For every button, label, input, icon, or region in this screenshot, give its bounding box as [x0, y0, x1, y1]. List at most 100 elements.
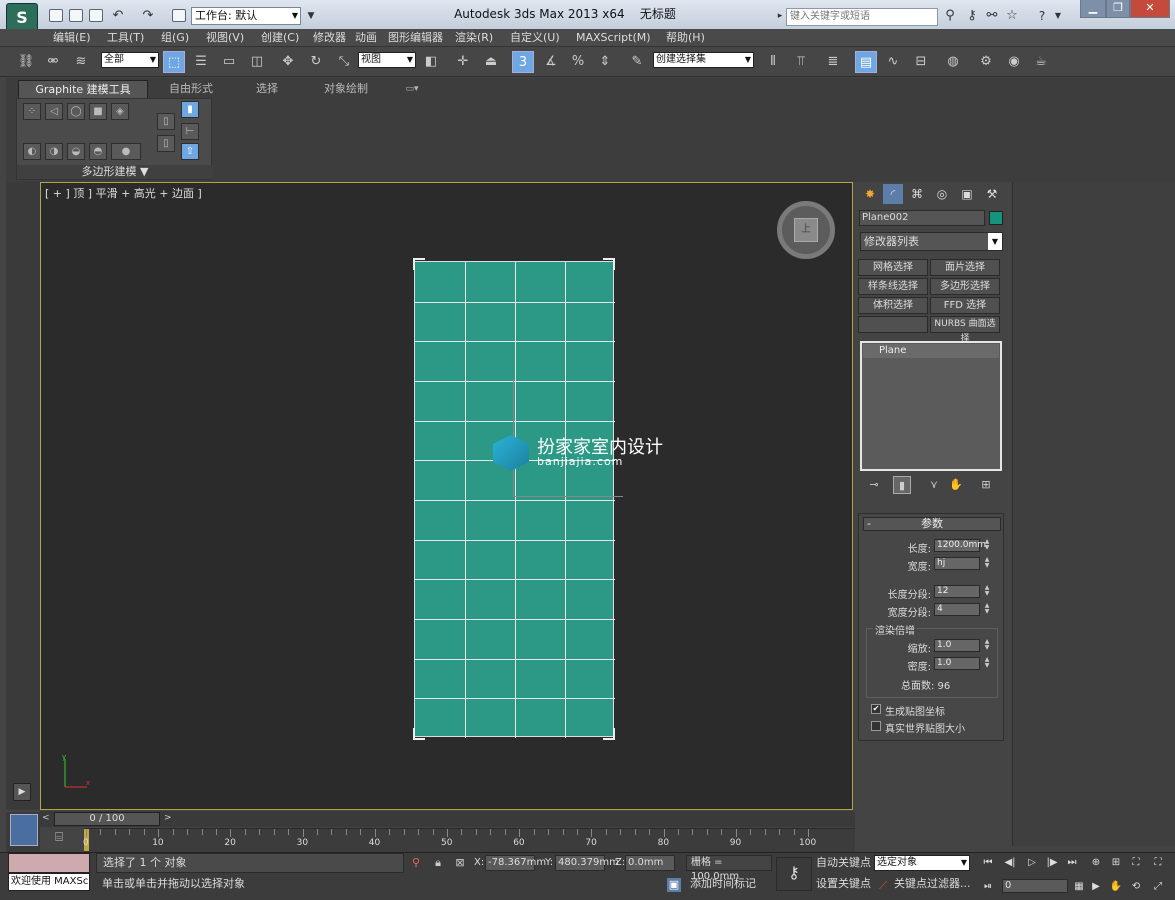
close-icon[interactable]: ✕ — [1130, 0, 1170, 18]
gizmo-x-axis[interactable] — [513, 496, 623, 497]
help-icon[interactable]: ? — [1034, 8, 1050, 24]
align-icon[interactable]: ⫪ — [790, 51, 812, 73]
zoom-all-icon[interactable]: ⊞ — [1108, 855, 1124, 871]
menu-customize[interactable]: 自定义(U) — [510, 30, 560, 46]
go-to-start-icon[interactable]: ⏮ — [980, 855, 996, 871]
collapse-stack-icon[interactable]: ◑ — [45, 143, 63, 160]
key-icon[interactable]: ⚷ — [776, 857, 812, 891]
rotate-icon[interactable]: ↻ — [305, 51, 327, 73]
create-tab-icon[interactable]: ✸ — [860, 184, 880, 204]
render-production-icon[interactable]: ☕ — [1030, 51, 1052, 73]
show-end-result-icon[interactable]: ◒ — [67, 143, 85, 160]
selection-lock-icon[interactable]: 🔒︎ — [431, 856, 445, 870]
redo-icon[interactable]: ↷ — [140, 8, 156, 24]
communication-icon[interactable]: ⚯ — [984, 8, 1000, 24]
search-input[interactable]: 键入关键字或短语 — [786, 8, 938, 26]
slider-next-icon[interactable]: > — [164, 813, 172, 823]
pin-stack-icon[interactable]: ▯ — [157, 113, 175, 130]
help-dropdown-icon[interactable]: ▼ — [1050, 8, 1066, 24]
select-by-name-icon[interactable]: ☰ — [190, 51, 212, 73]
menu-edit[interactable]: 编辑(E) — [53, 30, 91, 46]
pan-view-icon[interactable]: ✋ — [1108, 879, 1124, 895]
menu-maxscript[interactable]: MAXScript(M) — [576, 30, 651, 46]
tab-freeform[interactable]: 自由形式 — [156, 80, 226, 98]
modifier-list-dropdown[interactable]: 修改器列表 ▼ — [860, 232, 1003, 251]
mesh-select-button[interactable]: 网格选择 — [858, 259, 928, 276]
patch-select-button[interactable]: 面片选择 — [930, 259, 1000, 276]
length-field[interactable]: 1200.0mm — [934, 539, 986, 552]
plane-object[interactable] — [413, 258, 615, 740]
density-field[interactable]: 1.0 — [934, 657, 980, 670]
width-segs-field[interactable]: 4 — [934, 603, 980, 616]
length-spinner-icon[interactable]: ▲ ▼ — [983, 539, 991, 552]
modify-mode-icon[interactable]: ◐ — [23, 143, 41, 160]
border-icon[interactable]: ◯ — [67, 103, 85, 120]
empty-modifier-button[interactable] — [858, 316, 928, 333]
timeline-ruler[interactable]: 0 10 20 30 40 50 60 70 80 90 100 — [83, 828, 855, 852]
undo-icon[interactable]: ↶ — [110, 8, 126, 24]
volume-select-button[interactable]: 体积选择 — [858, 297, 928, 314]
save-file-icon[interactable] — [89, 9, 103, 22]
menu-tools[interactable]: 工具(T) — [107, 30, 144, 46]
vertex-icon[interactable]: ⁘ — [23, 103, 41, 120]
ribbon-panel-label[interactable]: 多边形建模 ▼ — [17, 165, 213, 179]
polygon-icon[interactable]: ■ — [89, 103, 107, 120]
time-tag-icon[interactable]: ▣ — [667, 878, 681, 892]
motion-tab-icon[interactable]: ◎ — [932, 184, 952, 204]
tab-object-paint[interactable]: 对象绘制 — [308, 80, 384, 98]
scale-icon[interactable]: ⤡ — [333, 51, 355, 73]
next-frame-icon[interactable]: |▶ — [1044, 855, 1060, 871]
binoculars-icon[interactable]: ⚲ — [942, 8, 958, 24]
subscription-icon[interactable]: ⚷ — [964, 8, 980, 24]
render-setup-icon[interactable]: ⚙ — [975, 51, 997, 73]
percent-snap-icon[interactable]: % — [567, 51, 589, 73]
zoom-extents-all-icon[interactable]: ⛶ — [1150, 855, 1166, 871]
current-frame-field[interactable]: 0 — [1002, 879, 1068, 893]
select-manipulate-icon[interactable]: ✛ — [452, 51, 474, 73]
remove-modifier-icon[interactable]: ✋ — [947, 476, 965, 494]
menu-rendering[interactable]: 渲染(R) — [455, 30, 493, 46]
parameters-rollout-header[interactable]: - 参数 — [863, 517, 1001, 531]
scale-field[interactable]: 1.0 — [934, 639, 980, 652]
maxscript-listener-input[interactable]: 欢迎使用 MAXSc — [8, 873, 90, 891]
menu-animation[interactable]: 动画 — [355, 30, 377, 46]
transform-icon[interactable]: ⇧ — [181, 143, 199, 160]
menu-graph-editors[interactable]: 图形编辑器 — [388, 30, 443, 46]
top-viewport[interactable]: [ + ] 顶 ] 平滑 + 高光 + 边面 ] 上 扮家家室内设计 banji… — [40, 182, 853, 810]
viewcube[interactable]: 上 — [777, 201, 835, 259]
zoom-icon[interactable]: ⊕ — [1088, 855, 1104, 871]
snap-toggle-icon[interactable]: 3 — [512, 51, 534, 73]
rect-selection-icon[interactable]: ▭ — [218, 51, 240, 73]
menu-help[interactable]: 帮助(H) — [666, 30, 705, 46]
ribbon-options-icon[interactable]: ▭▾ — [399, 80, 425, 98]
menu-group[interactable]: 组(G) — [161, 30, 189, 46]
edge-icon[interactable]: ◁ — [45, 103, 63, 120]
isolate-icon[interactable]: ▮ — [181, 101, 199, 118]
curve-editor-icon[interactable]: ∿ — [882, 51, 904, 73]
pin-stack-icon[interactable]: ⊸ — [865, 476, 883, 494]
stack-item-plane[interactable]: Plane — [863, 344, 999, 358]
pivot-center-icon[interactable]: ◧ — [420, 51, 442, 73]
tab-graphite-modeling[interactable]: Graphite 建模工具 — [18, 80, 148, 98]
window-crossing-icon[interactable]: ◫ — [246, 51, 268, 73]
hierarchy-tab-icon[interactable]: ⌘ — [907, 184, 927, 204]
key-filters-button[interactable]: 关键点过滤器... — [892, 877, 971, 893]
select-object-icon[interactable]: ⬚ — [163, 51, 185, 73]
angle-snap-icon[interactable]: ∡ — [540, 51, 562, 73]
width-field[interactable]: hj — [934, 557, 980, 570]
dropdown-arrow-icon[interactable]: ▼ — [303, 8, 319, 24]
new-file-icon[interactable] — [49, 9, 63, 22]
open-file-icon[interactable] — [69, 9, 83, 22]
object-name-field[interactable]: Plane002 — [859, 210, 985, 226]
tab-selection[interactable]: 选择 — [234, 80, 300, 98]
menu-create[interactable]: 创建(C) — [261, 30, 299, 46]
maxscript-mini-listener-icon[interactable] — [10, 814, 38, 846]
mirror-icon[interactable]: ⫴ — [762, 51, 784, 73]
show-end-result-icon[interactable]: ▮ — [893, 476, 911, 494]
named-selection-dropdown[interactable]: 创建选择集 ▼ — [653, 52, 754, 68]
width-segs-spinner-icon[interactable]: ▲ ▼ — [983, 603, 991, 616]
key-target-dropdown[interactable]: 选定对象 ▼ — [874, 855, 970, 871]
add-time-tag-button[interactable]: 添加时间标记 — [686, 877, 772, 893]
minimize-icon[interactable]: ▁ — [1080, 0, 1106, 18]
use-soft-selection-icon[interactable]: ● — [111, 143, 141, 160]
